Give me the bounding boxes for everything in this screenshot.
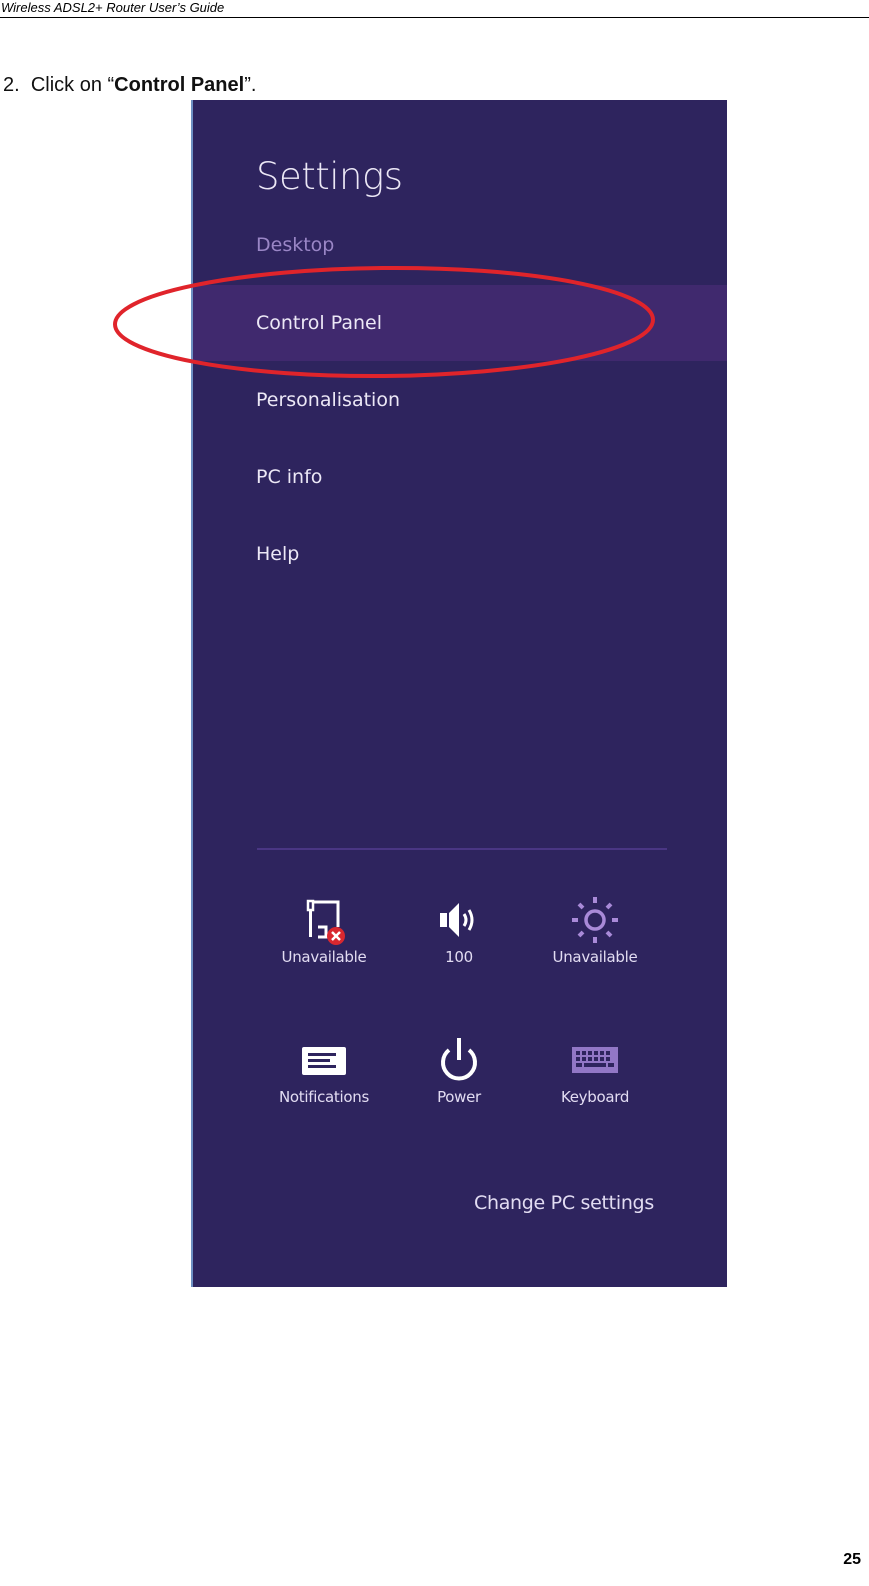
- tile-notifications[interactable]: Notifications: [259, 1032, 389, 1132]
- page-number: 25: [843, 1551, 861, 1568]
- step-number: 2.: [3, 74, 20, 96]
- step-target: Control Panel: [114, 74, 245, 96]
- notifications-icon: [259, 1032, 389, 1088]
- tile-network[interactable]: Unavailable: [259, 892, 389, 992]
- settings-charm-panel: Settings Desktop Control Panel Personali…: [191, 100, 727, 1287]
- header-rule: [0, 17, 869, 18]
- menu-item-control-panel[interactable]: Control Panel: [193, 285, 727, 361]
- step-instruction: 2. Click on “Control Panel”.: [3, 74, 256, 97]
- volume-icon: [394, 892, 524, 948]
- tile-volume[interactable]: 100: [394, 892, 524, 992]
- panel-title: Settings: [256, 155, 403, 198]
- tile-brightness[interactable]: Unavailable: [530, 892, 660, 992]
- menu-item-desktop[interactable]: Desktop: [193, 207, 727, 283]
- tile-power[interactable]: Power: [394, 1032, 524, 1132]
- running-header: Wireless ADSL2+ Router User’s Guide: [1, 0, 225, 15]
- tile-label: Unavailable: [552, 948, 638, 966]
- tile-keyboard[interactable]: Keyboard: [530, 1032, 660, 1132]
- power-icon: [394, 1032, 524, 1088]
- tile-label: 100: [445, 948, 473, 966]
- menu-item-pc-info[interactable]: PC info: [193, 439, 727, 515]
- menu-item-help[interactable]: Help: [193, 516, 727, 592]
- tile-label: Power: [437, 1088, 481, 1106]
- change-pc-settings-link[interactable]: Change PC settings: [474, 1192, 654, 1214]
- network-unavailable-icon: [259, 892, 389, 948]
- divider: [257, 848, 667, 850]
- tile-label: Notifications: [279, 1088, 369, 1106]
- step-suffix: ”.: [244, 74, 257, 96]
- tile-label: Keyboard: [560, 1088, 630, 1106]
- brightness-icon: [530, 892, 660, 948]
- menu-item-personalisation[interactable]: Personalisation: [193, 362, 727, 438]
- tile-label: Unavailable: [281, 948, 367, 966]
- keyboard-icon: [530, 1032, 660, 1088]
- step-prefix: Click on “: [30, 74, 115, 96]
